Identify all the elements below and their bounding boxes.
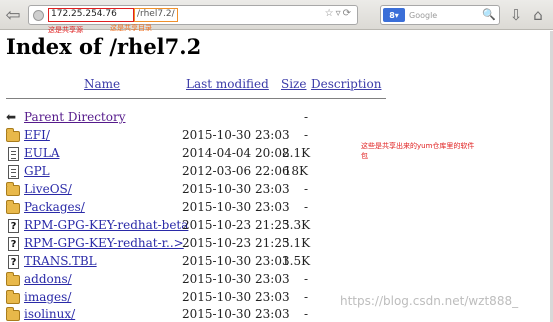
list-item: Packages/ 2015-10-30 23:03 - xyxy=(0,199,553,217)
file-size: - xyxy=(303,272,308,286)
list-item: ? RPM-GPG-KEY-redhat-r..> 2015-10-23 21:… xyxy=(0,235,553,253)
list-item: EFI/ 2015-10-30 23:03 - xyxy=(0,127,553,145)
list-item: ⬅ Parent Directory - xyxy=(0,109,553,127)
modified-date: 2015-10-30 23:03 xyxy=(182,128,290,142)
modified-date: 2015-10-30 23:03 xyxy=(182,200,290,214)
file-link[interactable]: GPL xyxy=(24,164,50,178)
file-link[interactable]: RPM-GPG-KEY-redhat-r..> xyxy=(24,236,184,250)
folder-icon xyxy=(6,200,20,214)
file-size: - xyxy=(303,290,308,304)
search-placeholder: Google xyxy=(409,11,438,20)
modified-date: 2015-10-30 23:03 xyxy=(182,290,290,304)
search-icon[interactable]: 🔍 xyxy=(482,8,496,22)
list-item: EULA 2014-04-04 20:02 8.1K xyxy=(0,145,553,163)
file-link[interactable]: LiveOS/ xyxy=(24,182,72,196)
download-arrow-icon[interactable]: ⇩ xyxy=(505,4,527,26)
folder-icon xyxy=(6,307,20,321)
unknown-file-icon: ? xyxy=(8,219,19,233)
file-link[interactable]: EFI/ xyxy=(24,128,50,142)
file-size: - xyxy=(303,182,308,196)
file-link[interactable]: addons/ xyxy=(24,272,72,286)
list-item: ? RPM-GPG-KEY-redhat-beta 2015-10-23 21:… xyxy=(0,217,553,235)
url-bar[interactable]: 172.25.254.76 /rhel7.2/ ☆▿⟳ xyxy=(28,5,358,25)
watermark: https://blog.csdn.net/wzt888_ xyxy=(340,294,519,308)
parent-directory-icon: ⬅ xyxy=(6,110,17,124)
file-size: 18K xyxy=(283,164,308,178)
file-size: 3.1K xyxy=(282,236,311,250)
header-divider xyxy=(6,98,386,99)
list-item: LiveOS/ 2015-10-30 23:03 - xyxy=(0,181,553,199)
modified-date: 2015-10-30 23:03 xyxy=(182,272,290,286)
list-item: isolinux/ 2015-10-30 23:03 - xyxy=(0,306,553,322)
search-engine-icon[interactable]: 8 ▾ xyxy=(383,8,405,22)
back-arrow-icon[interactable]: ⇦ xyxy=(2,4,24,26)
page-title: Index of /rhel7.2 xyxy=(6,34,202,59)
unknown-file-icon: ? xyxy=(8,237,19,251)
file-size: - xyxy=(303,128,308,142)
file-link[interactable]: EULA xyxy=(24,146,60,160)
modified-date: 2015-10-23 21:25 xyxy=(182,218,290,232)
list-item: ? TRANS.TBL 2015-10-30 23:03 1.5K xyxy=(0,253,553,271)
column-header-size[interactable]: Size xyxy=(281,77,306,91)
modified-date: 2015-10-23 21:25 xyxy=(182,236,290,250)
column-header-description[interactable]: Description xyxy=(311,77,381,91)
file-link[interactable]: RPM-GPG-KEY-redhat-beta xyxy=(24,218,188,232)
search-engine-badge: 8 xyxy=(389,10,395,20)
column-header-name[interactable]: Name xyxy=(84,77,120,91)
unknown-file-icon: ? xyxy=(8,255,19,269)
list-item: addons/ 2015-10-30 23:03 - xyxy=(0,271,553,289)
file-link[interactable]: Packages/ xyxy=(24,200,85,214)
annotation-path: 这是共享目录 xyxy=(110,24,152,32)
folder-icon xyxy=(6,182,20,196)
bookmark-star-icon[interactable]: ☆▿⟳ xyxy=(325,8,353,19)
file-size: 8.1K xyxy=(282,146,311,160)
search-bar[interactable]: 8 ▾ Google 🔍 xyxy=(380,5,500,25)
folder-icon xyxy=(6,290,20,304)
url-path: /rhel7.2/ xyxy=(137,9,175,19)
file-link[interactable]: images/ xyxy=(24,290,71,304)
text-file-icon xyxy=(8,165,19,179)
folder-icon xyxy=(6,272,20,286)
file-size: - xyxy=(303,110,308,124)
modified-date: 2012-03-06 22:06 xyxy=(182,164,290,178)
file-size: 3.3K xyxy=(282,218,311,232)
modified-date: 2015-10-30 23:03 xyxy=(182,182,290,196)
file-link[interactable]: isolinux/ xyxy=(24,307,75,321)
file-size: - xyxy=(303,307,308,321)
modified-date: 2014-04-04 20:02 xyxy=(182,146,290,160)
file-link[interactable]: Parent Directory xyxy=(24,110,125,124)
file-link[interactable]: TRANS.TBL xyxy=(24,254,97,268)
text-file-icon xyxy=(8,147,19,161)
url-host: 172.25.254.76 xyxy=(51,9,117,19)
column-header-last-modified[interactable]: Last modified xyxy=(186,77,269,91)
file-size: - xyxy=(303,200,308,214)
folder-icon xyxy=(6,128,20,142)
globe-icon xyxy=(33,10,44,21)
modified-date: 2015-10-30 23:03 xyxy=(182,254,290,268)
file-size: 1.5K xyxy=(282,254,311,268)
modified-date: 2015-10-30 23:03 xyxy=(182,307,290,321)
list-item: GPL 2012-03-06 22:06 18K xyxy=(0,163,553,181)
home-icon[interactable]: ⌂ xyxy=(527,4,549,26)
